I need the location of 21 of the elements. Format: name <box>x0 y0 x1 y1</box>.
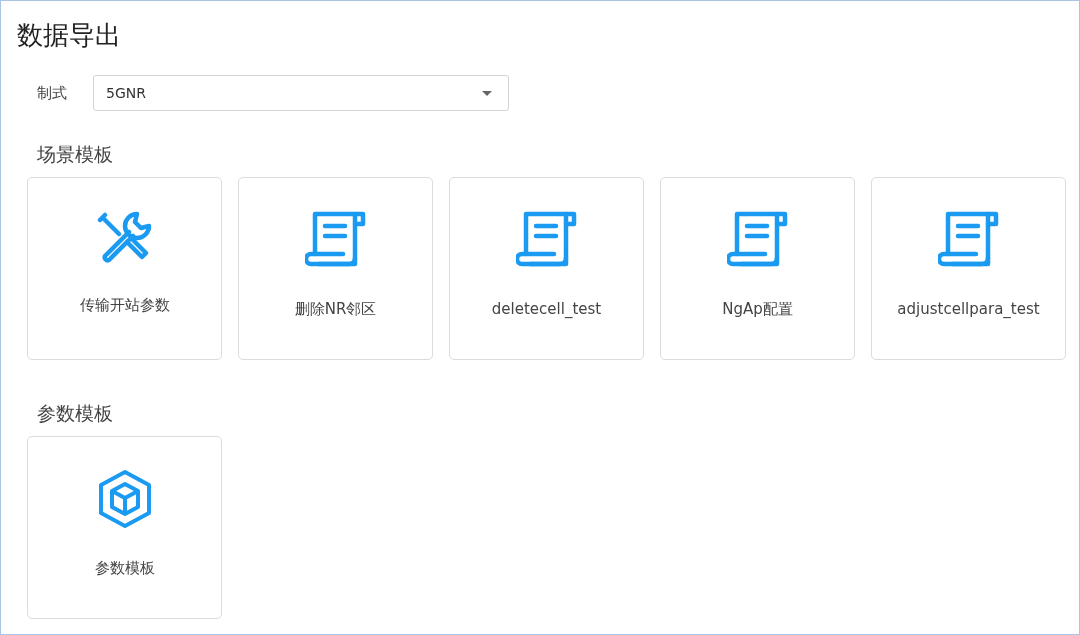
section-heading: 场景模板 <box>37 142 114 167</box>
standard-label: 制式 <box>37 83 67 103</box>
template-card[interactable]: 参数模板 <box>27 436 222 619</box>
page-title: 数据导出 <box>17 19 122 52</box>
select-value: 5GNR <box>106 85 146 101</box>
template-label: 删除NR邻区 <box>294 300 377 319</box>
template-card[interactable]: deletecell_test <box>449 177 644 360</box>
template-card[interactable]: 删除NR邻区 <box>238 177 433 360</box>
template-label: deletecell_test <box>491 300 602 318</box>
template-label: 参数模板 <box>94 559 155 578</box>
template-label: NgAp配置 <box>722 300 793 319</box>
template-card[interactable]: NgAp配置 <box>660 177 855 360</box>
section-heading: 参数模板 <box>37 401 114 426</box>
template-label: adjustcellpara_test <box>897 300 1040 318</box>
standard-select[interactable]: 5GNR <box>93 75 509 111</box>
dropdown-caret-icon <box>482 90 492 96</box>
cube-icon <box>96 469 153 529</box>
tools-icon <box>96 210 153 266</box>
template-card[interactable]: adjustcellpara_test <box>871 177 1066 360</box>
template-card[interactable]: 传输开站参数 <box>27 177 222 360</box>
template-label: 传输开站参数 <box>79 296 170 315</box>
